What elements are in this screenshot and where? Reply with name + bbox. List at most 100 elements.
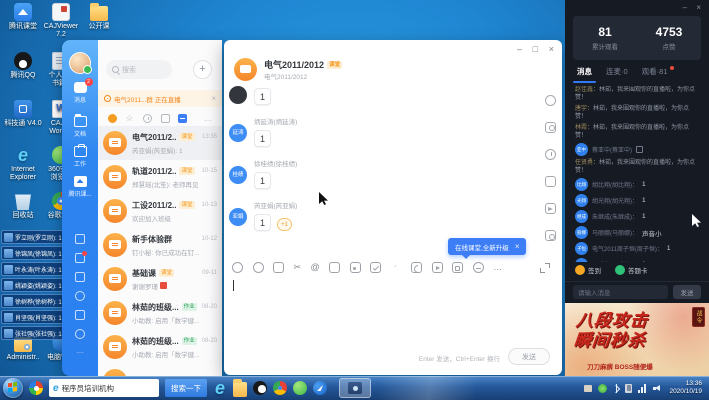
star-tab-icon[interactable]: ☆: [126, 114, 135, 123]
calendar-icon[interactable]: [75, 234, 85, 244]
phone-icon[interactable]: [75, 291, 85, 301]
history-icon[interactable]: [545, 149, 556, 160]
live-member-avatar[interactable]: 光翔: [575, 194, 588, 207]
live-icon[interactable]: [545, 230, 556, 241]
ime-tray-icon[interactable]: [584, 385, 592, 392]
live-member-avatar[interactable]: 比翔: [575, 178, 588, 191]
members-icon[interactable]: [545, 122, 556, 133]
message-toast[interactable]: 罗立刚(罗立刚): 1: [1, 230, 65, 244]
board-tab-icon[interactable]: [161, 114, 170, 123]
mention-icon[interactable]: @: [311, 262, 320, 273]
live-close-button[interactable]: ×: [696, 3, 701, 12]
call-icon[interactable]: [411, 262, 422, 273]
live-member-avatar[interactable]: 子恒: [575, 242, 588, 255]
conversation-item[interactable]: 电气1821/1..课堂08-20: [98, 364, 222, 376]
message-toast[interactable]: 徐锦凤(徐锦凤): 1: [1, 246, 65, 260]
message-input[interactable]: [232, 278, 554, 338]
tab-watching[interactable]: 观看·81: [642, 66, 674, 77]
taskbar-qq-icon[interactable]: [253, 381, 267, 395]
taskbar-search-box[interactable]: e 程序员培训机构: [49, 379, 159, 397]
reaction-badge[interactable]: +1: [277, 218, 292, 231]
tab-connect-mic[interactable]: 连麦·0: [606, 66, 628, 77]
desktop-icon[interactable]: 腾讯QQ: [2, 52, 44, 80]
desktop-icon[interactable]: 公开课: [78, 3, 120, 31]
announcement-icon[interactable]: [545, 203, 556, 214]
desktop-icon[interactable]: 回收站: [2, 192, 44, 220]
360-pinwheel-icon[interactable]: [29, 381, 43, 395]
image-icon[interactable]: [350, 262, 361, 273]
clock[interactable]: 13:36 2020/10/19: [669, 380, 702, 396]
sidebar-item-class[interactable]: 腾讯课...: [62, 176, 98, 198]
close-icon[interactable]: ×: [211, 94, 216, 103]
member-avatar[interactable]: 桂绩: [229, 166, 247, 184]
tab-messages[interactable]: 消息: [577, 66, 592, 77]
emoji-icon[interactable]: [232, 262, 243, 273]
shake-icon[interactable]: [391, 262, 402, 273]
clipboard-tray-icon[interactable]: [625, 384, 632, 393]
redpacket-icon[interactable]: [473, 262, 484, 273]
cloud-icon[interactable]: [75, 329, 85, 339]
history-tab-icon[interactable]: [143, 114, 152, 123]
message-toast[interactable]: 张社强(张社强): 1: [1, 326, 65, 340]
docs-tab-icon[interactable]: [178, 114, 187, 123]
conversation-item[interactable]: 轨道2011/2..课堂10-15郑慧瑶(北笙): 老师再见: [98, 160, 222, 194]
conversation-item[interactable]: 工设2011/2..课堂10-13欢迎加入班级: [98, 194, 222, 228]
conversation-item[interactable]: 电气2011/2..课堂13:35芮亚娟(芮亚娟): 1: [98, 126, 222, 160]
live-chat-input[interactable]: 请输入消息: [573, 285, 668, 299]
member-avatar[interactable]: 延涛: [229, 124, 247, 142]
classroom-entry-icon[interactable]: [452, 262, 463, 273]
todo-icon[interactable]: [75, 253, 85, 263]
settings-icon[interactable]: [545, 95, 556, 106]
live-member-avatar[interactable]: 继成: [575, 210, 588, 223]
file-icon[interactable]: [329, 262, 340, 273]
conversation-item[interactable]: 新手体验群10-12钉小秘: 你已成功在钉...: [98, 228, 222, 262]
notes-icon[interactable]: [545, 176, 556, 187]
game-ad-banner[interactable]: 八段攻击 瞬间秒杀 刀刀麻痹 BOSS随便爆 战令: [565, 303, 709, 376]
live-send-button[interactable]: 发送: [673, 285, 701, 299]
message-toast[interactable]: 姚颖姿(姚颖姿): 1: [1, 278, 65, 292]
gif-icon[interactable]: [253, 262, 264, 273]
live-now-banner[interactable]: 电气2011...群 正在直播 ×: [98, 90, 222, 107]
taskbar-folder-icon[interactable]: [233, 382, 247, 397]
desktop-icon[interactable]: 科技通 V4.0: [2, 100, 44, 128]
network-tray-icon[interactable]: [638, 384, 647, 393]
member-avatar[interactable]: 亚娟: [229, 208, 247, 226]
search-input[interactable]: 搜索: [106, 60, 172, 79]
close-button[interactable]: ×: [549, 44, 554, 54]
user-avatar[interactable]: [69, 52, 91, 74]
live-member-avatar[interactable]: 丽娜: [575, 226, 588, 239]
more-icon[interactable]: …: [75, 348, 85, 358]
sidebar-item-doc[interactable]: 文档: [62, 116, 98, 138]
message-toast[interactable]: 肖坚强(肖坚强): 1: [1, 310, 65, 324]
bluetooth-tray-icon[interactable]: [613, 384, 619, 393]
conversation-item[interactable]: 林茹的班级...作业08-20小助教: 启用「数学健...: [98, 330, 222, 364]
volume-tray-icon[interactable]: [653, 384, 663, 393]
tooltip-close-icon[interactable]: ×: [515, 242, 520, 251]
add-button[interactable]: +: [193, 60, 212, 79]
live-member-avatar[interactable]: 亚中: [575, 143, 588, 156]
sidebar-item-work[interactable]: 工作: [62, 146, 98, 168]
message-toast[interactable]: 徐树桦(徐树桦): 1: [1, 294, 65, 308]
screenshot-icon[interactable]: ✂: [294, 262, 302, 273]
desktop-icon[interactable]: 腾讯课堂: [2, 3, 44, 31]
desktop-icon[interactable]: Internet Explorer: [2, 146, 44, 182]
send-button[interactable]: 发送: [508, 348, 550, 365]
taskbar-browser-icon[interactable]: [313, 381, 327, 395]
live-member-avatar[interactable]: 成荣: [575, 258, 588, 262]
taskbar-360-icon[interactable]: [293, 381, 307, 395]
taskbar-ie-icon[interactable]: [213, 381, 227, 395]
expand-icon[interactable]: [540, 263, 550, 273]
360-tray-icon[interactable]: [598, 384, 607, 393]
answer-card-button[interactable]: 答题卡: [615, 265, 648, 275]
like-icon[interactable]: [273, 262, 284, 273]
checkin-button[interactable]: 签到: [575, 265, 601, 275]
sidebar-item-msg[interactable]: 2消息: [62, 82, 98, 104]
message-toast[interactable]: 叶永涛(叶永涛): 1: [1, 262, 65, 276]
more-tab-icon[interactable]: …: [204, 114, 212, 123]
conversation-item[interactable]: 林茹的班级...作业08-20小助教: 启用「数学健...: [98, 296, 222, 330]
message-tab-icon[interactable]: [108, 114, 117, 123]
vote-icon[interactable]: [370, 262, 381, 273]
conversation-item[interactable]: 基础课课堂09-11谢谢罗瑾: [98, 262, 222, 296]
video-icon[interactable]: [432, 262, 443, 273]
taskbar-active-app[interactable]: [339, 378, 371, 398]
